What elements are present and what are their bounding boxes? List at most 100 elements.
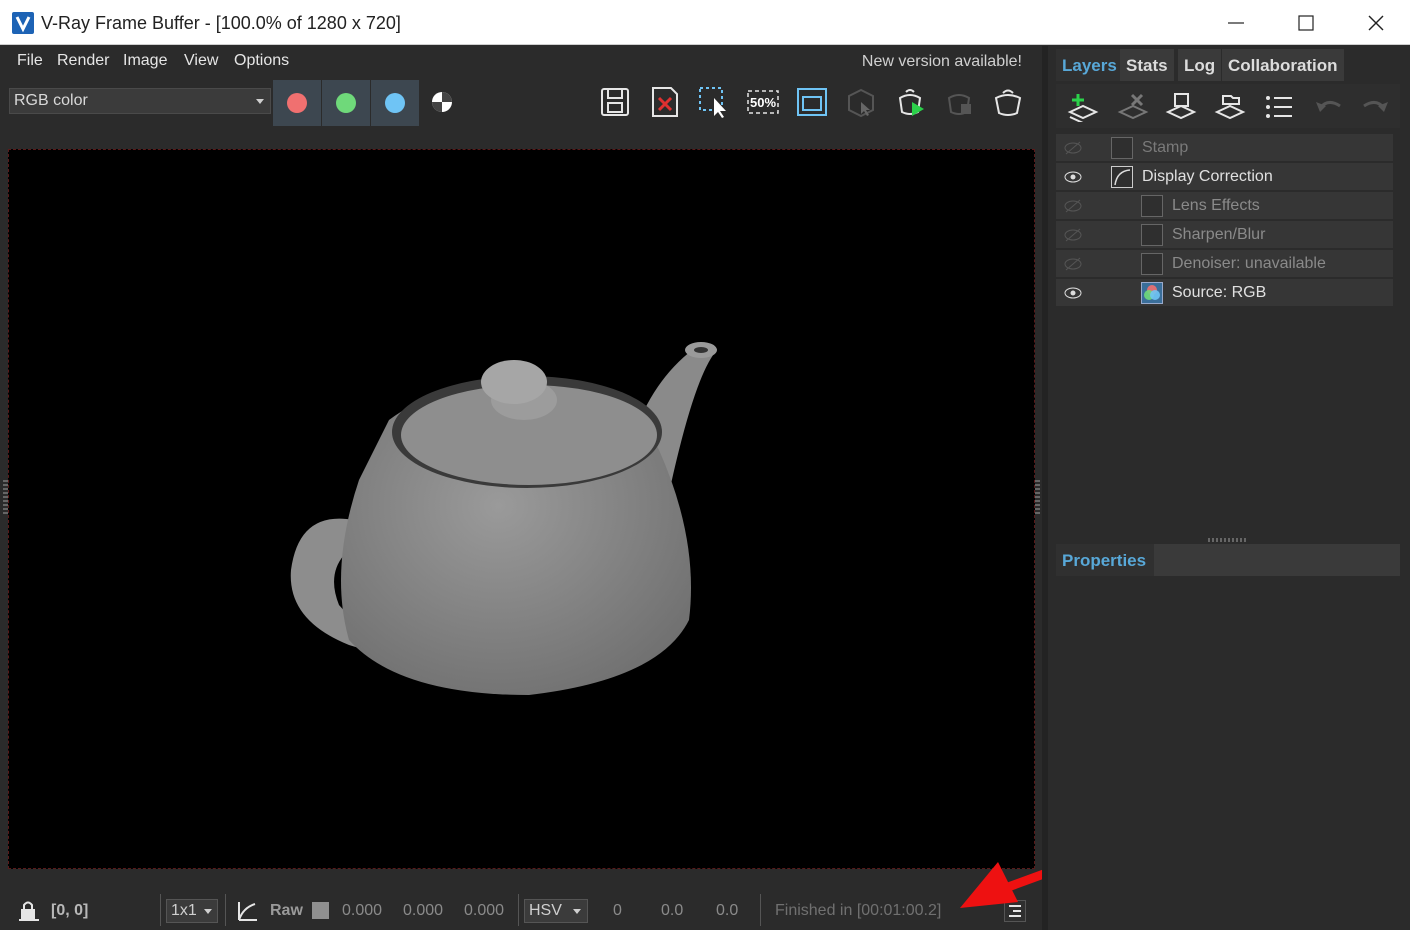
- render-icon[interactable]: [892, 84, 928, 120]
- tab-properties[interactable]: Properties: [1056, 544, 1154, 576]
- raw-value-r: 0.000: [342, 902, 383, 919]
- eye-hidden-icon[interactable]: [1064, 228, 1082, 242]
- track-mouse-icon[interactable]: [794, 84, 830, 120]
- color-mode-select[interactable]: HSV: [524, 899, 588, 923]
- green-dot-icon: [336, 93, 356, 113]
- maximize-button[interactable]: [1270, 0, 1340, 45]
- menu-file[interactable]: File: [17, 52, 43, 70]
- undo-icon[interactable]: [1312, 92, 1346, 122]
- layer-list-icon[interactable]: [1262, 92, 1296, 122]
- layer-row-denoiser[interactable]: Denoiser: unavailable: [1056, 250, 1393, 278]
- window-title: V-Ray Frame Buffer - [100.0% of 1280 x 7…: [41, 13, 401, 33]
- blue-dot-icon: [385, 93, 405, 113]
- separator: [518, 894, 519, 926]
- menu-view[interactable]: View: [184, 52, 218, 70]
- layer-row-source-rgb[interactable]: Source: RGB: [1056, 279, 1393, 307]
- render-viewport[interactable]: [3, 149, 1040, 869]
- lens-effects-icon: [1141, 195, 1163, 217]
- layer-name: Denoiser: unavailable: [1172, 255, 1326, 272]
- denoiser-icon: [1141, 253, 1163, 275]
- right-panel: Layers Stats Log Collaboration Stamp Dis…: [1042, 46, 1410, 930]
- save-icon[interactable]: [598, 84, 634, 120]
- stop-render-icon[interactable]: [941, 84, 977, 120]
- eye-hidden-icon[interactable]: [1064, 199, 1082, 213]
- clear-image-icon[interactable]: [647, 84, 683, 120]
- menu-options[interactable]: Options: [234, 52, 289, 70]
- eye-hidden-icon[interactable]: [1064, 141, 1082, 155]
- hsv-value-s: 0.0: [661, 902, 684, 919]
- eye-hidden-icon[interactable]: [1064, 257, 1082, 271]
- vray-logo-icon: [12, 12, 34, 34]
- lock-coords-icon[interactable]: [17, 898, 41, 922]
- title-bar: V-Ray Frame Buffer - [100.0% of 1280 x 7…: [0, 0, 1410, 45]
- separator: [160, 894, 161, 926]
- separator: [225, 894, 226, 926]
- right-resize-handle[interactable]: [1035, 480, 1040, 516]
- add-layer-icon[interactable]: [1066, 92, 1100, 124]
- layer-name: Lens Effects: [1172, 197, 1260, 214]
- left-resize-handle[interactable]: [3, 480, 8, 516]
- layer-name: Display Correction: [1142, 168, 1273, 185]
- sharpen-blur-icon: [1141, 224, 1163, 246]
- tab-collaboration[interactable]: Collaboration: [1222, 49, 1344, 81]
- layer-row-sharpen-blur[interactable]: Sharpen/Blur: [1056, 221, 1393, 249]
- raw-label: Raw: [270, 902, 303, 919]
- channel-select-value: RGB color: [14, 92, 88, 109]
- sample-size-select[interactable]: 1x1: [166, 899, 218, 923]
- chevron-down-icon: [573, 909, 581, 914]
- eye-visible-icon[interactable]: [1064, 286, 1082, 300]
- new-version-link[interactable]: New version available!: [862, 53, 1022, 71]
- tab-stats[interactable]: Stats: [1120, 49, 1174, 81]
- load-layers-icon[interactable]: [1213, 92, 1247, 122]
- properties-header: Properties: [1056, 544, 1400, 576]
- channel-select[interactable]: RGB color: [9, 88, 271, 114]
- color-clamp-icon[interactable]: [235, 898, 261, 924]
- layer-toolbar: [1056, 84, 1400, 128]
- curve-layer-icon: [1111, 166, 1133, 188]
- menu-render[interactable]: Render: [57, 52, 109, 70]
- layer-name: Sharpen/Blur: [1172, 226, 1266, 243]
- layer-name: Source: RGB: [1172, 284, 1267, 301]
- render-status: Finished in [00:01:00.2]: [775, 902, 942, 919]
- hsv-value-h: 0: [613, 902, 622, 919]
- tab-layers[interactable]: Layers: [1056, 49, 1123, 81]
- menu-image[interactable]: Image: [123, 52, 167, 70]
- layer-row-display-correction[interactable]: Display Correction: [1056, 163, 1393, 191]
- stamp-layer-icon: [1111, 137, 1133, 159]
- render-interactive-icon[interactable]: [843, 84, 879, 120]
- red-channel-button[interactable]: [273, 80, 321, 126]
- save-layers-icon[interactable]: [1164, 92, 1198, 122]
- close-button[interactable]: [1340, 0, 1410, 45]
- panel-splitter[interactable]: [1208, 538, 1248, 542]
- raw-value-g: 0.000: [403, 902, 444, 919]
- menu-bar: File Render Image View Options New versi…: [0, 46, 1040, 78]
- eye-visible-icon[interactable]: [1064, 170, 1082, 184]
- region-render-icon[interactable]: [696, 84, 732, 120]
- chevron-down-icon: [204, 909, 212, 914]
- render-last-icon[interactable]: [990, 84, 1026, 120]
- raw-value-b: 0.000: [464, 902, 505, 919]
- green-channel-button[interactable]: [322, 80, 370, 126]
- separator: [760, 894, 761, 926]
- minimize-button[interactable]: [1200, 0, 1270, 45]
- zoom-50-icon[interactable]: 50%: [745, 84, 781, 120]
- rgb-source-icon: [1141, 282, 1163, 304]
- tab-log[interactable]: Log: [1178, 49, 1222, 81]
- zoom-50-label: 50%: [750, 95, 776, 110]
- pixel-coords: [0, 0]: [51, 902, 89, 919]
- layer-row-lens-effects[interactable]: Lens Effects: [1056, 192, 1393, 220]
- color-mode-value: HSV: [529, 902, 562, 919]
- red-dot-icon: [287, 93, 307, 113]
- hsv-value-v: 0.0: [716, 902, 739, 919]
- chevron-down-icon: [256, 99, 264, 104]
- layer-name: Stamp: [1142, 139, 1189, 156]
- blue-channel-button[interactable]: [371, 80, 419, 126]
- color-swatch: [312, 902, 329, 919]
- toolbar: RGB color 50%: [0, 78, 1040, 128]
- sample-size-value: 1x1: [171, 902, 197, 919]
- mono-channel-button[interactable]: [426, 86, 458, 118]
- teapot-render-image: [290, 342, 717, 695]
- delete-layer-icon[interactable]: [1116, 92, 1150, 122]
- layer-row-stamp[interactable]: Stamp: [1056, 134, 1393, 162]
- redo-icon[interactable]: [1358, 92, 1392, 122]
